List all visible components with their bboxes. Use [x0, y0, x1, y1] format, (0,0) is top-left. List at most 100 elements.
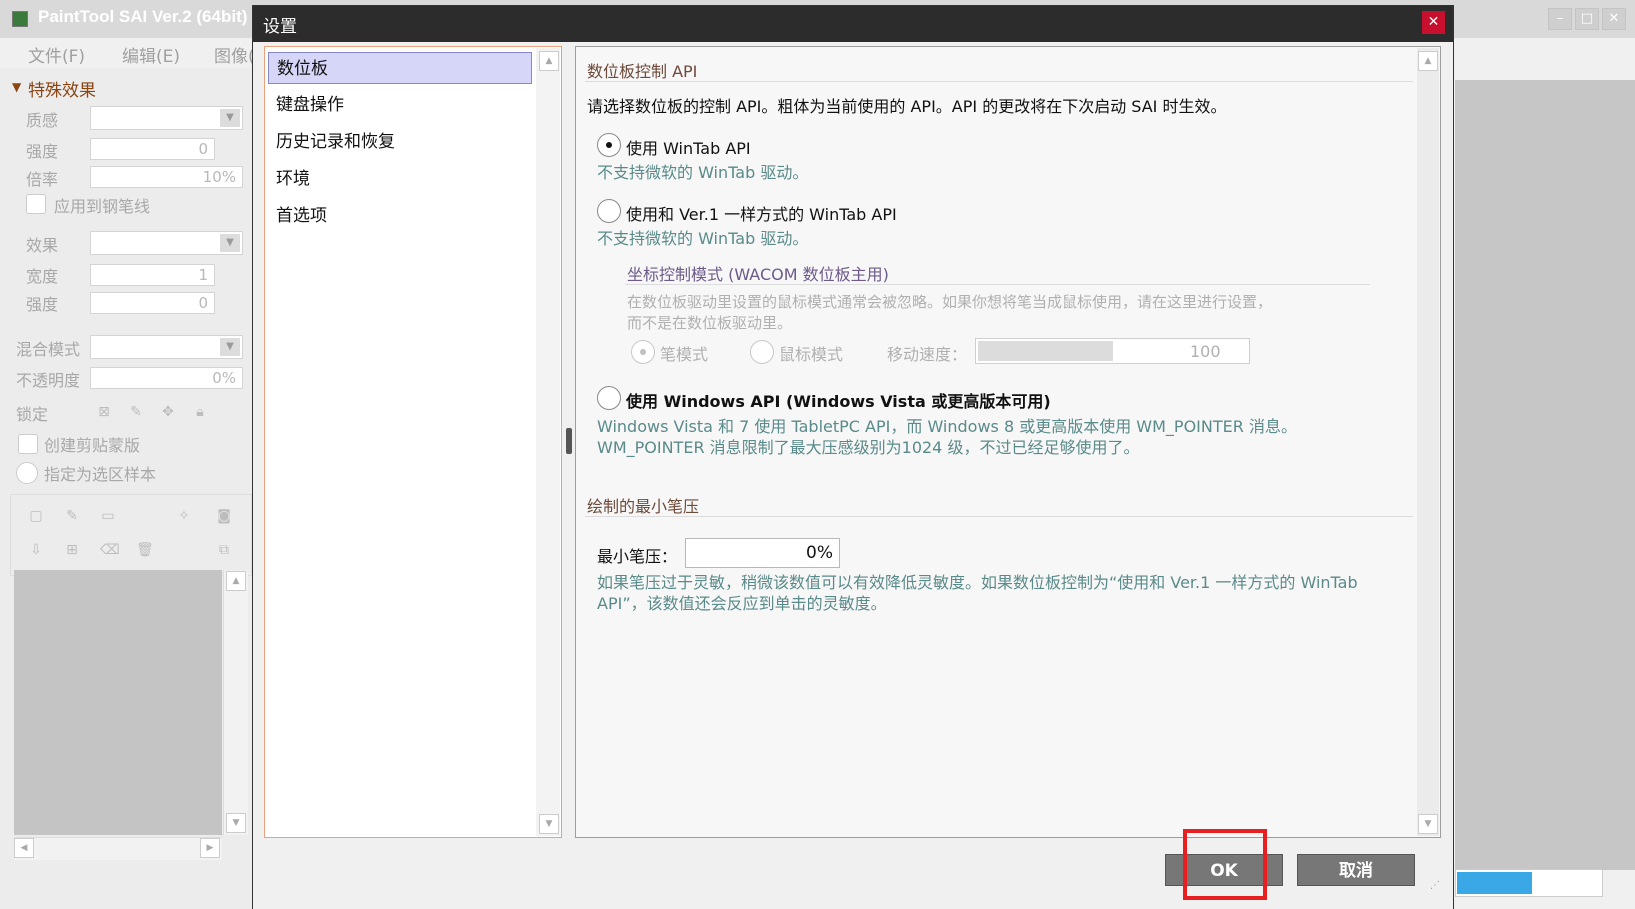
- section-title-special-effects: 特殊效果: [28, 81, 96, 101]
- radio-windows-api[interactable]: [597, 386, 621, 410]
- move-speed-value: 100: [1190, 342, 1221, 361]
- layer-list-scrollbar[interactable]: [223, 570, 248, 835]
- radio-wintab-v1[interactable]: [597, 199, 621, 223]
- radio-pen-mode[interactable]: [631, 340, 655, 364]
- delete-layer-icon[interactable]: 🗑︎: [136, 542, 154, 558]
- dialog-close-button[interactable]: ✕: [1422, 11, 1445, 34]
- effect-label: 效果: [26, 236, 59, 255]
- scale-field[interactable]: 10%: [90, 166, 243, 188]
- menu-file[interactable]: 文件(F): [28, 42, 85, 67]
- layer-list[interactable]: [14, 570, 222, 835]
- scroll-down-icon[interactable]: ▼: [1418, 814, 1438, 834]
- close-icon: ✕: [1427, 14, 1440, 30]
- clear-layer-icon[interactable]: ⌫: [100, 542, 120, 558]
- ok-highlight-box: [1183, 829, 1267, 900]
- close-icon[interactable]: ✕: [1602, 8, 1626, 30]
- nav-item-environment[interactable]: 环境: [268, 163, 532, 195]
- clip-mask-checkbox[interactable]: [18, 434, 38, 454]
- resize-grip-icon[interactable]: ⋰: [1430, 880, 1444, 894]
- nav-item-history[interactable]: 历史记录和恢复: [268, 126, 532, 158]
- pen-mode-label[interactable]: 笔模式: [660, 341, 708, 365]
- section-title-min-pressure: 绘制的最小笔压: [587, 497, 700, 516]
- min-pressure-input[interactable]: 0%: [685, 538, 840, 568]
- windows-api-note-line2: WM_POINTER 消息限制了最大压感级别为1024 级，不过已经足够使用了。: [597, 438, 1140, 457]
- nav-item-keyboard[interactable]: 键盘操作: [268, 89, 532, 121]
- texture-select[interactable]: ▼: [90, 106, 243, 130]
- nav-item-preferences[interactable]: 首选项: [268, 200, 532, 232]
- coord-mode-desc-line2: 而不是在数位板驱动里。: [627, 314, 793, 332]
- layer-effect-icon[interactable]: ✧: [176, 508, 192, 524]
- content-scrollbar[interactable]: [1417, 48, 1439, 836]
- strength2-label: 强度: [26, 295, 59, 314]
- radio-wintab-api[interactable]: [597, 133, 621, 157]
- menu-image[interactable]: 图像(: [214, 42, 255, 67]
- minimize-icon[interactable]: –: [1548, 8, 1572, 30]
- scroll-up-icon[interactable]: ▲: [226, 571, 246, 591]
- chevron-down-icon: ▼: [220, 234, 240, 252]
- maximize-icon[interactable]: □: [1575, 8, 1599, 30]
- tablet-api-description: 请选择数位板的控制 API。粗体为当前使用的 API。API 的更改将在下次启动…: [587, 97, 1227, 116]
- app-icon: [12, 11, 28, 27]
- strength-label: 强度: [26, 142, 59, 161]
- layer-toolbar: [10, 494, 252, 576]
- new-linework-icon[interactable]: ✎: [64, 508, 80, 524]
- mask-icon[interactable]: ◙: [216, 508, 232, 524]
- width-field[interactable]: 1: [90, 264, 215, 286]
- scroll-right-icon[interactable]: ▶: [200, 838, 220, 858]
- scale-label: 倍率: [26, 170, 59, 189]
- nav-scrollbar[interactable]: [536, 48, 560, 836]
- dialog-title: 设置: [263, 17, 297, 37]
- radio-wintab-v1-label[interactable]: 使用和 Ver.1 一样方式的 WinTab API: [626, 201, 897, 225]
- apply-pen-checkbox[interactable]: [26, 194, 46, 214]
- radio-mouse-mode[interactable]: [750, 340, 774, 364]
- menu-edit[interactable]: 编辑(E): [122, 42, 180, 67]
- lock-move-icon[interactable]: ✥: [160, 404, 176, 420]
- layer-list-hscrollbar[interactable]: [14, 837, 222, 860]
- width-label: 宽度: [26, 267, 59, 286]
- radio-wintab-api-label[interactable]: 使用 WinTab API: [626, 135, 751, 159]
- min-pressure-label: 最小笔压：: [597, 547, 678, 566]
- dialog-title-bar[interactable]: [253, 6, 1453, 42]
- texture-label: 质感: [26, 111, 59, 130]
- apply-pen-label: 应用到钢笔线: [54, 197, 151, 216]
- scroll-down-icon[interactable]: ▼: [539, 814, 559, 834]
- panel-splitter-handle[interactable]: [566, 428, 572, 454]
- strength-field[interactable]: 0: [90, 138, 215, 160]
- section-title-tablet-api: 数位板控制 API: [587, 62, 698, 81]
- zoom-slider-fill: [1457, 872, 1532, 894]
- section-divider: [585, 516, 1413, 517]
- lock-transparency-icon[interactable]: ⊠: [96, 404, 112, 420]
- mouse-mode-label[interactable]: 鼠标模式: [779, 341, 843, 365]
- lock-paint-icon[interactable]: ✎: [128, 404, 144, 420]
- opacity-field[interactable]: 0%: [90, 367, 243, 389]
- lock-label: 锁定: [16, 405, 49, 424]
- nav-item-tablet[interactable]: 数位板: [268, 52, 532, 84]
- section-divider: [585, 81, 1413, 82]
- collapse-triangle-icon[interactable]: ▼: [12, 80, 21, 94]
- wintab-note: 不支持微软的 WinTab 驱动。: [597, 163, 809, 182]
- radio-windows-api-label[interactable]: 使用 Windows API (Windows Vista 或更高版本可用): [626, 388, 1051, 412]
- merge-down-icon[interactable]: ⊞: [64, 542, 80, 558]
- new-layer-icon[interactable]: ▢: [28, 508, 44, 524]
- cancel-button[interactable]: 取消: [1297, 854, 1415, 886]
- move-speed-label: 移动速度：: [887, 345, 968, 364]
- scroll-up-icon[interactable]: ▲: [539, 51, 559, 71]
- duplicate-icon[interactable]: ⧉: [216, 542, 232, 558]
- scroll-up-icon[interactable]: ▲: [1418, 51, 1438, 71]
- effect-select[interactable]: ▼: [90, 231, 243, 255]
- lock-all-icon[interactable]: 🔒︎: [192, 404, 208, 420]
- chevron-down-icon: ▼: [220, 338, 240, 356]
- new-folder-icon[interactable]: ▭: [100, 508, 116, 524]
- strength2-field[interactable]: 0: [90, 292, 215, 314]
- transfer-down-icon[interactable]: ⇩: [28, 542, 44, 558]
- move-speed-slider-fill: [978, 341, 1113, 361]
- selection-sample-label: 指定为选区样本: [44, 465, 157, 484]
- navigator-area: [1455, 80, 1635, 870]
- blend-mode-select[interactable]: ▼: [90, 335, 243, 359]
- wintab-v1-note: 不支持微软的 WinTab 驱动。: [597, 229, 809, 248]
- min-pressure-hint-line2: API”，该数值还会反应到单击的灵敏度。: [597, 594, 887, 613]
- selection-sample-radio[interactable]: [16, 462, 38, 484]
- scroll-left-icon[interactable]: ◀: [14, 838, 34, 858]
- scroll-down-icon[interactable]: ▼: [226, 813, 246, 833]
- opacity-label: 不透明度: [16, 371, 81, 390]
